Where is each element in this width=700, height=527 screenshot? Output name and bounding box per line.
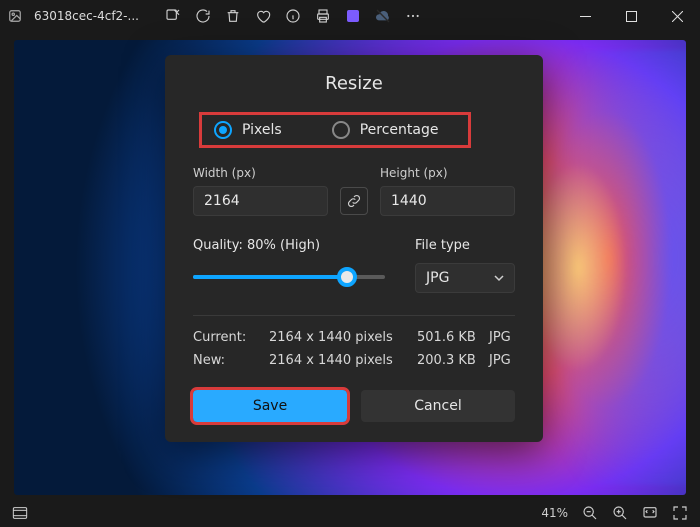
unit-selector: Pixels Percentage — [199, 112, 471, 148]
filetype-label: File type — [415, 238, 515, 253]
fullscreen-icon[interactable] — [672, 505, 688, 521]
radio-dot-icon — [214, 121, 232, 139]
new-size: 200.3 KB — [417, 353, 489, 368]
filetype-select[interactable]: JPG — [415, 263, 515, 293]
new-info-row: New: 2164 x 1440 pixels 200.3 KB JPG — [193, 353, 515, 368]
photos-app-icon — [0, 9, 30, 23]
zoom-in-icon[interactable] — [612, 505, 628, 521]
filmstrip-icon[interactable] — [12, 506, 28, 520]
width-label: Width (px) — [193, 166, 328, 180]
zoom-value: 41% — [541, 506, 568, 520]
fit-screen-icon[interactable] — [642, 505, 658, 521]
new-label: New: — [193, 353, 269, 368]
divider — [193, 315, 515, 316]
rotate-icon[interactable] — [189, 2, 217, 30]
maximize-button[interactable] — [608, 0, 654, 32]
cancel-button[interactable]: Cancel — [361, 390, 515, 422]
more-icon[interactable] — [399, 2, 427, 30]
radio-dot-icon — [332, 121, 350, 139]
app-window: 63018cec-4cf2-... Resize Pixels — [0, 0, 700, 527]
current-dimensions: 2164 x 1440 pixels — [269, 330, 417, 345]
info-icon[interactable] — [279, 2, 307, 30]
cloud-off-icon[interactable] — [369, 2, 397, 30]
new-dimensions: 2164 x 1440 pixels — [269, 353, 417, 368]
radio-pixels-label: Pixels — [242, 122, 282, 138]
delete-icon[interactable] — [219, 2, 247, 30]
filename: 63018cec-4cf2-... — [30, 9, 139, 23]
link-aspect-icon[interactable] — [340, 187, 368, 215]
current-size: 501.6 KB — [417, 330, 489, 345]
quality-slider[interactable] — [193, 267, 385, 287]
close-button[interactable] — [654, 0, 700, 32]
radio-pixels[interactable]: Pixels — [214, 121, 282, 139]
zoom-out-icon[interactable] — [582, 505, 598, 521]
current-label: Current: — [193, 330, 269, 345]
dialog-title: Resize — [193, 73, 515, 94]
width-input[interactable] — [193, 186, 328, 216]
save-button[interactable]: Save — [193, 390, 347, 422]
slider-fill — [193, 275, 347, 279]
height-label: Height (px) — [380, 166, 515, 180]
quality-label: Quality: 80% (High) — [193, 238, 385, 253]
print-icon[interactable] — [309, 2, 337, 30]
titlebar: 63018cec-4cf2-... — [0, 0, 700, 32]
minimize-button[interactable] — [562, 0, 608, 32]
toolbar — [159, 2, 427, 30]
radio-percentage-label: Percentage — [360, 122, 439, 138]
edit-image-icon[interactable] — [159, 2, 187, 30]
clipchamp-icon[interactable] — [339, 2, 367, 30]
statusbar: 41% — [0, 499, 700, 527]
resize-dialog: Resize Pixels Percentage Width (px) Heig… — [165, 55, 543, 442]
new-format: JPG — [489, 353, 515, 368]
current-format: JPG — [489, 330, 515, 345]
chevron-down-icon — [494, 273, 504, 283]
current-info-row: Current: 2164 x 1440 pixels 501.6 KB JPG — [193, 330, 515, 345]
favorite-icon[interactable] — [249, 2, 277, 30]
filetype-value: JPG — [426, 270, 449, 286]
slider-thumb[interactable] — [337, 267, 357, 287]
radio-percentage[interactable]: Percentage — [332, 121, 439, 139]
height-input[interactable] — [380, 186, 515, 216]
